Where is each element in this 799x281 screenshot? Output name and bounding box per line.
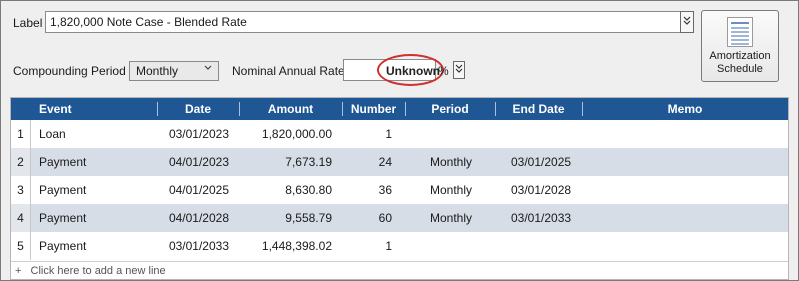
- cell-date[interactable]: 04/01/2023: [157, 148, 239, 176]
- double-chevron-down-icon: [683, 16, 691, 26]
- cell-event[interactable]: Payment: [39, 232, 86, 260]
- amortization-schedule-label: Amortization Schedule: [709, 50, 770, 76]
- cell-event[interactable]: Payment: [39, 204, 86, 232]
- cell-period[interactable]: Monthly: [430, 148, 472, 176]
- cell-date[interactable]: 04/01/2028: [157, 204, 239, 232]
- table-row[interactable]: 3 Payment 04/01/2025 8,630.80 36 Monthly…: [11, 176, 788, 204]
- compounding-period-caption: Compounding Period: [13, 64, 126, 78]
- table-row[interactable]: 4 Payment 04/01/2028 9,558.79 60 Monthly…: [11, 204, 788, 232]
- plus-icon: +: [15, 265, 22, 277]
- compounding-period-value: Monthly: [136, 64, 179, 78]
- cell-event[interactable]: Payment: [39, 176, 86, 204]
- cell-period[interactable]: Monthly: [430, 204, 472, 232]
- cell-number[interactable]: 36: [342, 176, 405, 204]
- amortization-label-line1: Amortization: [709, 50, 771, 62]
- cell-number[interactable]: 60: [342, 204, 405, 232]
- cell-date[interactable]: 03/01/2033: [157, 232, 239, 260]
- chevron-down-icon: [204, 64, 212, 75]
- cell-end-date[interactable]: 03/01/2025: [511, 148, 571, 176]
- label-row: Label 1,820,000 Note Case - Blended Rate: [13, 11, 703, 35]
- amortization-label-line2: Schedule: [717, 63, 763, 75]
- cell-end-date[interactable]: 03/01/2028: [511, 176, 571, 204]
- row-number: 3: [11, 176, 31, 204]
- label-caption: Label: [13, 16, 43, 30]
- column-header-event[interactable]: Event: [31, 98, 96, 120]
- cell-amount[interactable]: 1,820,000.00: [239, 120, 342, 148]
- table-row[interactable]: 2 Payment 04/01/2023 7,673.19 24 Monthly…: [11, 148, 788, 176]
- cell-event[interactable]: Loan: [39, 120, 66, 148]
- column-header-end-date[interactable]: End Date: [495, 98, 582, 120]
- cell-end-date[interactable]: 03/01/2033: [511, 204, 571, 232]
- add-new-line-row[interactable]: + Click here to add a new line: [11, 261, 788, 279]
- cash-flow-table: Event Date Amount Number Period End Date…: [10, 97, 789, 280]
- cell-amount[interactable]: 1,448,398.02: [239, 232, 342, 260]
- highlight-circle: [377, 54, 444, 86]
- label-input[interactable]: 1,820,000 Note Case - Blended Rate: [45, 11, 691, 33]
- row-number: 5: [11, 232, 31, 260]
- label-dropdown-button[interactable]: [680, 11, 694, 33]
- table-row[interactable]: 5 Payment 03/01/2033 1,448,398.02 1: [11, 232, 788, 260]
- percent-sign: %: [438, 64, 449, 78]
- row-number: 2: [11, 148, 31, 176]
- column-header-amount[interactable]: Amount: [239, 98, 342, 120]
- nominal-annual-rate-caption: Nominal Annual Rate: [232, 64, 345, 78]
- rate-dropdown-button[interactable]: [453, 61, 465, 79]
- column-header-number[interactable]: Number: [342, 98, 405, 120]
- row-number: 1: [11, 120, 31, 148]
- column-header-memo[interactable]: Memo: [582, 98, 788, 120]
- amortization-schedule-button[interactable]: Amortization Schedule: [701, 10, 779, 82]
- cell-number[interactable]: 24: [342, 148, 405, 176]
- add-new-line-label: Click here to add a new line: [30, 265, 166, 277]
- table-row[interactable]: 1 Loan 03/01/2023 1,820,000.00 1: [11, 120, 788, 148]
- cell-event[interactable]: Payment: [39, 148, 86, 176]
- cell-date[interactable]: 03/01/2023: [157, 120, 239, 148]
- column-header-date[interactable]: Date: [157, 98, 239, 120]
- cell-number[interactable]: 1: [342, 232, 405, 260]
- cell-date[interactable]: 04/01/2025: [157, 176, 239, 204]
- compounding-period-select[interactable]: Monthly: [129, 61, 219, 81]
- row-number: 4: [11, 204, 31, 232]
- column-header-period[interactable]: Period: [405, 98, 495, 120]
- cell-amount[interactable]: 9,558.79: [239, 204, 342, 232]
- cell-amount[interactable]: 8,630.80: [239, 176, 342, 204]
- compounding-row: Compounding Period Monthly Nominal Annua…: [13, 54, 493, 86]
- double-chevron-down-icon: [455, 64, 463, 74]
- schedule-document-icon: [727, 17, 753, 47]
- calculator-window: Label 1,820,000 Note Case - Blended Rate…: [0, 0, 799, 281]
- table-header: Event Date Amount Number Period End Date…: [11, 98, 788, 120]
- cell-period[interactable]: Monthly: [430, 176, 472, 204]
- cell-amount[interactable]: 7,673.19: [239, 148, 342, 176]
- cell-number[interactable]: 1: [342, 120, 405, 148]
